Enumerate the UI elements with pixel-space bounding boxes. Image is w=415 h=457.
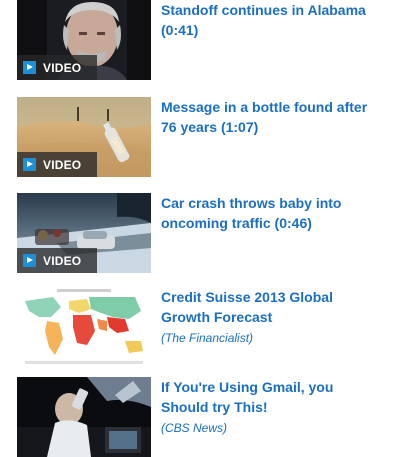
world-map-image [17, 287, 151, 367]
article-thumbnail[interactable] [17, 287, 151, 367]
item-text: Message in a bottle found after 76 years… [161, 97, 415, 137]
story-title-link[interactable]: Credit Suisse 2013 Global Growth Forecas… [161, 287, 415, 327]
video-badge: VIDEO [17, 55, 97, 80]
story-title-link[interactable]: If You're Using Gmail, you Should try Th… [161, 377, 415, 417]
item-text: Car crash throws baby into oncoming traf… [161, 193, 415, 233]
play-icon [23, 158, 36, 171]
story-source: (The Financialist) [161, 331, 254, 345]
video-badge: VIDEO [17, 248, 97, 273]
video-badge-label: VIDEO [43, 253, 82, 268]
list-item: If You're Using Gmail, you Should try Th… [0, 377, 415, 457]
item-text: If You're Using Gmail, you Should try Th… [161, 377, 415, 436]
list-item: VIDEO Car crash throws baby into oncomin… [0, 193, 415, 273]
video-thumbnail[interactable]: VIDEO [17, 97, 151, 177]
story-title-link[interactable]: Message in a bottle found after 76 years… [161, 97, 415, 137]
video-thumbnail[interactable]: VIDEO [17, 0, 151, 80]
video-badge-label: VIDEO [43, 157, 82, 172]
list-item: Credit Suisse 2013 Global Growth Forecas… [0, 287, 415, 367]
story-title-link[interactable]: Car crash throws baby into oncoming traf… [161, 193, 415, 233]
video-badge-label: VIDEO [43, 60, 82, 75]
item-text: Credit Suisse 2013 Global Growth Forecas… [161, 287, 415, 346]
article-thumbnail[interactable] [17, 377, 151, 457]
play-icon [23, 61, 36, 74]
related-stories-list: VIDEO Standoff continues in Alabama (0:4… [0, 0, 415, 457]
list-item: VIDEO Standoff continues in Alabama (0:4… [0, 0, 415, 80]
video-badge: VIDEO [17, 152, 97, 177]
play-icon [23, 254, 36, 267]
video-thumbnail[interactable]: VIDEO [17, 193, 151, 273]
list-item: VIDEO Message in a bottle found after 76… [0, 97, 415, 177]
story-title-link[interactable]: Standoff continues in Alabama (0:41) [161, 0, 415, 40]
story-source: (CBS News) [161, 421, 228, 435]
man-drinking-at-desk-image [17, 377, 151, 457]
item-text: Standoff continues in Alabama (0:41) [161, 0, 415, 40]
